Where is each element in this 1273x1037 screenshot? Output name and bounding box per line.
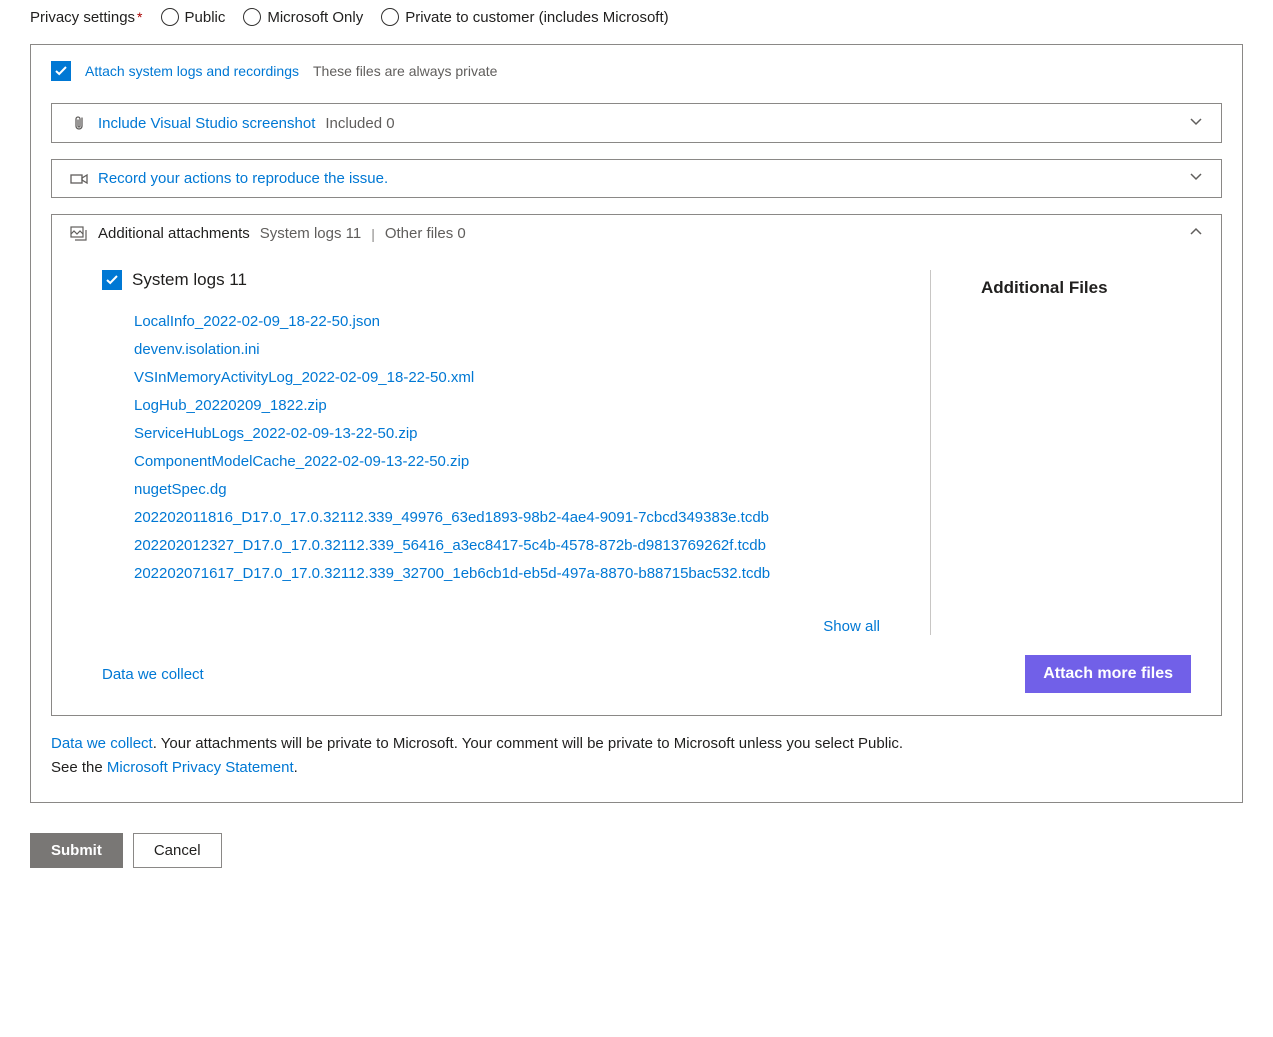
system-log-file[interactable]: nugetSpec.dg	[134, 476, 910, 504]
system-log-file[interactable]: LocalInfo_2022-02-09_18-22-50.json	[134, 308, 910, 336]
attachments-card: Attach system logs and recordings These …	[30, 44, 1243, 803]
system-logs-file-list: LocalInfo_2022-02-09_18-22-50.jsondevenv…	[102, 308, 910, 588]
checkmark-icon	[106, 274, 118, 286]
privacy-option-private-to-customer[interactable]: Private to customer (includes Microsoft)	[381, 8, 668, 26]
paperclip-icon	[70, 114, 88, 132]
system-logs-heading: System logs 11	[132, 270, 247, 290]
radio-label: Microsoft Only	[267, 9, 363, 26]
attach-system-logs-note: These files are always private	[313, 63, 497, 79]
legal-sentence-2b: .	[294, 759, 298, 776]
video-camera-icon	[70, 172, 88, 186]
legal-sentence-1: . Your attachments will be private to Mi…	[153, 735, 903, 752]
radio-icon	[161, 8, 179, 26]
additional-attachments-title: Additional attachments	[98, 225, 250, 242]
submit-button[interactable]: Submit	[30, 833, 123, 868]
record-panel-title: Record your actions to reproduce the iss…	[98, 170, 388, 187]
system-log-file[interactable]: VSInMemoryActivityLog_2022-02-09_18-22-5…	[134, 364, 910, 392]
system-logs-checkbox[interactable]	[102, 270, 122, 290]
system-logs-column: System logs 11 LocalInfo_2022-02-09_18-2…	[102, 270, 931, 635]
chevron-down-icon	[1189, 115, 1203, 132]
screenshot-panel-sub: Included 0	[325, 115, 394, 132]
additional-files-heading: Additional Files	[981, 278, 1191, 298]
additional-attachments-sub1: System logs 11	[260, 225, 361, 242]
system-log-file[interactable]: ComponentModelCache_2022-02-09-13-22-50.…	[134, 448, 910, 476]
pipe-separator: |	[371, 226, 375, 242]
system-log-file[interactable]: LogHub_20220209_1822.zip	[134, 392, 910, 420]
privacy-option-public[interactable]: Public	[161, 8, 226, 26]
additional-attachments-header[interactable]: Additional attachments System logs 11 | …	[52, 215, 1221, 252]
radio-icon	[243, 8, 261, 26]
data-we-collect-link[interactable]: Data we collect	[102, 666, 204, 683]
additional-files-column: Additional Files	[931, 270, 1191, 635]
privacy-option-microsoft-only[interactable]: Microsoft Only	[243, 8, 363, 26]
required-asterisk: *	[137, 9, 142, 25]
system-logs-heading-row: System logs 11	[102, 270, 910, 290]
chevron-up-icon	[1189, 225, 1203, 242]
additional-attachments-sub2: Other files 0	[385, 225, 466, 242]
screenshot-panel: Include Visual Studio screenshot Include…	[51, 103, 1222, 143]
system-log-file[interactable]: devenv.isolation.ini	[134, 336, 910, 364]
form-button-row: Submit Cancel	[30, 833, 1243, 868]
additional-attachments-body: System logs 11 LocalInfo_2022-02-09_18-2…	[52, 252, 1221, 655]
checkmark-icon	[55, 65, 67, 77]
legal-sentence-2a: See the	[51, 759, 107, 776]
attach-system-logs-checkbox[interactable]	[51, 61, 71, 81]
additional-attachments-panel: Additional attachments System logs 11 | …	[51, 214, 1222, 716]
attach-system-logs-row: Attach system logs and recordings These …	[51, 61, 1222, 81]
screenshot-panel-title: Include Visual Studio screenshot	[98, 115, 315, 132]
privacy-statement-link[interactable]: Microsoft Privacy Statement	[107, 759, 294, 776]
data-we-collect-link-2[interactable]: Data we collect	[51, 735, 153, 752]
system-log-file[interactable]: 202202012327_D17.0_17.0.32112.339_56416_…	[134, 532, 910, 560]
screenshot-panel-header[interactable]: Include Visual Studio screenshot Include…	[52, 104, 1221, 142]
image-stack-icon	[70, 226, 88, 242]
radio-label: Private to customer (includes Microsoft)	[405, 9, 668, 26]
cancel-button[interactable]: Cancel	[133, 833, 222, 868]
privacy-settings-row: Privacy settings* Public Microsoft Only …	[30, 8, 1243, 26]
system-log-file[interactable]: 202202071617_D17.0_17.0.32112.339_32700_…	[134, 560, 910, 588]
legal-text: Data we collect. Your attachments will b…	[51, 732, 1222, 780]
attach-more-files-button[interactable]: Attach more files	[1025, 655, 1191, 693]
additional-attachments-footer: Data we collect Attach more files	[52, 655, 1221, 715]
privacy-label: Privacy settings*	[30, 9, 143, 26]
record-panel-header[interactable]: Record your actions to reproduce the iss…	[52, 160, 1221, 197]
chevron-down-icon	[1189, 170, 1203, 187]
system-log-file[interactable]: ServiceHubLogs_2022-02-09-13-22-50.zip	[134, 420, 910, 448]
attach-system-logs-label[interactable]: Attach system logs and recordings	[85, 63, 299, 79]
privacy-label-text: Privacy settings	[30, 9, 135, 26]
record-panel: Record your actions to reproduce the iss…	[51, 159, 1222, 198]
show-all-link[interactable]: Show all	[102, 618, 910, 635]
system-log-file[interactable]: 202202011816_D17.0_17.0.32112.339_49976_…	[134, 504, 910, 532]
radio-icon	[381, 8, 399, 26]
radio-label: Public	[185, 9, 226, 26]
